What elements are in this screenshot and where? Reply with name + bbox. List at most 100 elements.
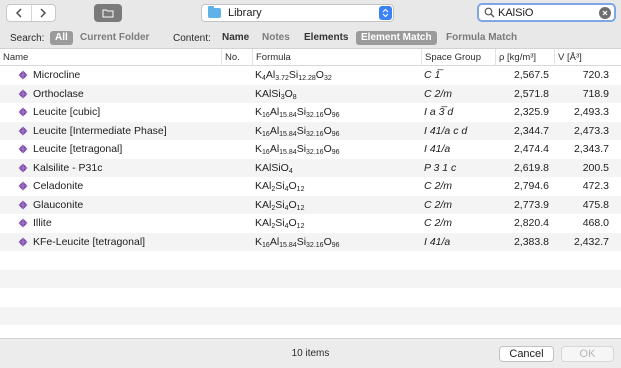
content-elements[interactable]: Elements (299, 31, 353, 45)
formula-element: O (288, 217, 297, 229)
table-row[interactable]: Glauconite KAl2Si4O12 C 2/m 2,773.9 475.8 (0, 195, 621, 215)
formula-subscript: 12.28 (298, 75, 316, 82)
row-name: Glauconite (33, 198, 84, 211)
row-space-group: C 1̅ (424, 69, 441, 81)
table-row[interactable]: Illite KAl2Si4O12 C 2/m 2,820.4 468.0 (0, 214, 621, 233)
row-volume: 2,493.3 (573, 106, 609, 118)
row-name: Leucite [tetragonal] (33, 143, 123, 155)
table-row (0, 269, 621, 288)
cancel-button[interactable]: Cancel (499, 346, 554, 362)
row-name: KFe-Leucite [tetragonal] (33, 235, 146, 248)
row-name: Orthoclase (33, 87, 84, 100)
navigation-buttons (6, 4, 56, 22)
row-density: 2,474.4 (513, 143, 549, 155)
column-name[interactable]: Name (0, 49, 221, 66)
row-formula: K16Al15.84Si32.16O96 (255, 122, 340, 141)
table-row[interactable]: Orthoclase KAlSi3O8 C 2/m 2,571.8 718.9 (0, 84, 621, 104)
table-row[interactable]: Leucite [tetragonal] K16Al15.84Si32.16O96… (0, 140, 621, 159)
row-density: 2,325.9 (513, 106, 549, 118)
formula-element: Al (265, 69, 276, 81)
row-density: 2,571.8 (513, 87, 549, 100)
location-stepper[interactable] (379, 6, 392, 20)
row-formula: KAl2Si4O12 (255, 196, 304, 215)
row-density: 2,773.9 (513, 198, 549, 211)
scope-all[interactable]: All (50, 31, 73, 45)
content-name[interactable]: Name (217, 31, 254, 45)
table-row[interactable]: Leucite [cubic] K16Al15.84Si32.16O96 I a 3… (0, 103, 621, 122)
crystal-icon (18, 200, 28, 209)
scope-current-folder[interactable]: Current Folder (75, 31, 154, 45)
crystal-icon (18, 163, 28, 172)
formula-subscript: 15.84 (279, 130, 297, 138)
column-space-group[interactable]: Space Group (421, 49, 495, 66)
formula-element: O (323, 235, 332, 248)
row-name: Leucite [cubic] (33, 106, 101, 118)
crystal-icon (18, 89, 28, 98)
formula-subscript: 16 (262, 241, 270, 249)
formula-subscript: 96 (331, 149, 340, 156)
formula-subscript: 16 (262, 130, 270, 138)
back-button[interactable] (7, 5, 31, 21)
new-folder-button[interactable] (94, 4, 122, 22)
column-density[interactable]: ρ [kg/m³] (495, 49, 554, 66)
content-notes[interactable]: Notes (257, 31, 295, 45)
table-row[interactable]: Microcline K4Al3.72Si12.28O32 C 1̅ 2,567.5 7… (0, 66, 621, 85)
row-formula: K16Al15.84Si32.16O96 (255, 103, 340, 122)
footer: 10 items Cancel OK (0, 338, 621, 368)
row-formula: K16Al15.84Si32.16O96 (255, 140, 340, 159)
formula-element: Si (275, 217, 285, 229)
formula-element: Si (296, 124, 307, 137)
chevron-left-icon (15, 8, 22, 18)
location-popup[interactable]: Library (201, 4, 394, 22)
column-formula[interactable]: Formula (252, 49, 421, 66)
clear-search-button[interactable] (599, 7, 611, 19)
row-formula: KAlSi3O8 (255, 85, 297, 104)
formula-subscript: 12 (296, 186, 305, 193)
library-folder-icon (208, 6, 221, 18)
row-space-group: I 41/a c d (424, 124, 468, 137)
crystal-icon (18, 218, 28, 228)
formula-element: O (323, 124, 332, 137)
folder-icon (102, 9, 114, 18)
formula-element: O (323, 143, 332, 155)
formula-element: O (323, 106, 332, 118)
formula-subscript: 32.16 (306, 149, 324, 156)
table-row[interactable]: KFe-Leucite [tetragonal] K16Al15.84Si32.1… (0, 232, 621, 251)
ok-button[interactable]: OK (561, 346, 614, 362)
row-density: 2,344.7 (513, 124, 549, 137)
toolbar: Library (0, 0, 621, 28)
scope-bar: Search: All Current Folder Content: Name… (0, 28, 621, 49)
row-volume: 720.3 (582, 69, 609, 81)
table-row[interactable]: Kalsilite - P31c KAlSiO4 P 3 1 c 2,619.8 200… (0, 158, 621, 177)
crystal-icon (18, 70, 28, 80)
chevron-updown-icon (382, 8, 389, 18)
search-box[interactable] (477, 3, 616, 22)
formula-subscript: 8 (292, 93, 297, 101)
column-number[interactable]: No. (221, 49, 252, 66)
column-volume[interactable]: V [Å³] (554, 49, 621, 66)
chevron-right-icon (40, 8, 47, 18)
search-input[interactable] (497, 6, 593, 19)
search-scope-label: Search: (10, 33, 45, 44)
row-name: Microcline (33, 69, 81, 81)
crystal-icon (18, 181, 28, 191)
table-row (0, 251, 621, 270)
table-row[interactable]: Celadonite KAl2Si4O12 C 2/m 2,794.6 472.3 (0, 177, 621, 196)
row-volume: 468.0 (582, 217, 609, 229)
formula-element: Al (269, 235, 280, 248)
table-row[interactable]: Leucite [Intermediate Phase] K16Al15.84Si… (0, 121, 621, 141)
row-space-group: I 41/a (424, 235, 451, 248)
formula-element: KAl (255, 217, 272, 229)
content-formula-match[interactable]: Formula Match (441, 31, 522, 45)
row-volume: 2,473.3 (573, 124, 609, 137)
formula-element: Si (296, 106, 307, 118)
formula-element: O (315, 69, 324, 81)
forward-button[interactable] (30, 5, 56, 21)
row-space-group: C 2/m (424, 180, 453, 192)
formula-subscript: 96 (331, 112, 340, 119)
content-element-match[interactable]: Element Match (356, 31, 437, 45)
formula-element: Si (275, 198, 285, 211)
formula-subscript: 16 (262, 112, 270, 119)
formula-subscript: 16 (262, 149, 270, 156)
formula-subscript: 4 (288, 167, 293, 175)
